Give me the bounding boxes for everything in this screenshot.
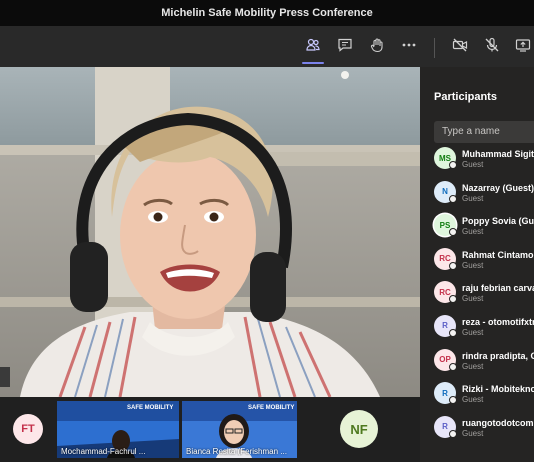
main-speaker-video bbox=[0, 67, 420, 397]
participant-list: MS Muhammad Sigit Guest N Nazarray (Guest) Gu… bbox=[420, 142, 534, 444]
participant-name: Rahmat Cintamob bbox=[462, 249, 534, 260]
participant-role: Guest bbox=[462, 361, 484, 371]
window-title: Michelin Safe Mobility Press Conference bbox=[0, 0, 534, 26]
participant-role: Guest bbox=[462, 395, 484, 405]
participant-name: Nazarray (Guest) bbox=[462, 182, 534, 193]
participant-name: Muhammad Sigit bbox=[462, 149, 534, 159]
participant-search-input[interactable]: Type a name bbox=[434, 121, 534, 143]
presence-status-icon bbox=[449, 396, 457, 405]
meeting-toolbar bbox=[0, 26, 534, 67]
participant-item[interactable]: Rreza - otomotifxtr Guest bbox=[420, 310, 534, 344]
safe-mobility-banner: SAFE MOBILITY bbox=[127, 405, 174, 411]
participant-tile-nf[interactable]: NF bbox=[300, 401, 420, 458]
participant-name: reza - otomotifxtr bbox=[462, 316, 534, 327]
participant-item[interactable]: RC Rahmat Cintamob Guest bbox=[420, 243, 534, 277]
participant-role: Guest bbox=[462, 327, 484, 337]
presence-status-icon bbox=[449, 261, 457, 270]
participant-role: Guest bbox=[462, 227, 484, 237]
participants-icon[interactable] bbox=[300, 32, 326, 58]
participants-panel: Participants Type a name MS Muhammad Sigi… bbox=[420, 67, 534, 462]
raise-hand-icon[interactable] bbox=[364, 32, 390, 58]
presence-status-icon bbox=[449, 362, 457, 371]
video-strip: FT SAFE MOBILITY Mochammad-Fachrul ... S… bbox=[0, 397, 420, 462]
participant-name: rindra pradipta, C bbox=[462, 350, 534, 361]
presence-status-icon bbox=[449, 228, 457, 237]
speaker-video-frame bbox=[0, 67, 420, 397]
safe-mobility-banner-2: SAFE MOBILITY bbox=[248, 405, 295, 411]
participant-role: Guest bbox=[462, 193, 484, 203]
participant-item[interactable]: N Nazarray (Guest) Guest bbox=[420, 176, 534, 210]
camera-off-icon[interactable] bbox=[447, 32, 473, 58]
participant-tile-bianca[interactable]: SAFE MOBILITY Bianca Resita (Ferishman .… bbox=[182, 401, 297, 458]
participant-role: Guest bbox=[462, 260, 484, 270]
presence-status-icon bbox=[449, 295, 457, 304]
participant-item[interactable]: MS Muhammad Sigit Guest bbox=[420, 142, 534, 176]
participant-role: Guest bbox=[462, 428, 484, 438]
participants-title: Participants bbox=[434, 91, 497, 103]
tile-label-bianca: Bianca Resita (Ferishman ... bbox=[186, 447, 287, 456]
participant-item[interactable]: PS Poppy Sovia (Gu Guest bbox=[420, 209, 534, 243]
presence-status-icon bbox=[449, 328, 457, 337]
participant-item[interactable]: R Rizki - Mobitekno Guest bbox=[420, 377, 534, 411]
tile-label-mochammad: Mochammad-Fachrul ... bbox=[61, 447, 146, 456]
more-options-icon[interactable] bbox=[396, 32, 422, 58]
share-screen-icon[interactable] bbox=[510, 32, 534, 58]
mic-off-icon[interactable] bbox=[479, 32, 505, 58]
participant-name: raju febrian carva bbox=[462, 283, 534, 294]
participant-item[interactable]: Rruangotodotcom Guest bbox=[420, 411, 534, 445]
presence-status-icon bbox=[449, 429, 457, 438]
participant-role: Guest bbox=[462, 160, 484, 169]
participants-active-indicator bbox=[302, 62, 324, 64]
presence-status-icon bbox=[449, 161, 457, 169]
participant-name: Poppy Sovia (Gu bbox=[462, 216, 534, 227]
participant-tile-mochammad[interactable]: SAFE MOBILITY Mochammad-Fachrul ... bbox=[57, 401, 179, 458]
participant-item[interactable]: OP rindra pradipta, C Guest bbox=[420, 344, 534, 378]
participant-name: ruangotodotcom bbox=[462, 417, 534, 428]
participant-name: Rizki - Mobitekno bbox=[462, 384, 534, 395]
chat-icon[interactable] bbox=[332, 32, 358, 58]
toolbar-divider bbox=[434, 38, 435, 58]
participant-item[interactable]: RC raju febrian carva Guest bbox=[420, 276, 534, 310]
avatar-ft: FT bbox=[13, 414, 43, 444]
avatar-nf: NF bbox=[340, 410, 378, 448]
participant-tile-ft[interactable]: FT bbox=[0, 401, 57, 458]
participant-role: Guest bbox=[462, 294, 484, 304]
presence-status-icon bbox=[449, 194, 457, 203]
